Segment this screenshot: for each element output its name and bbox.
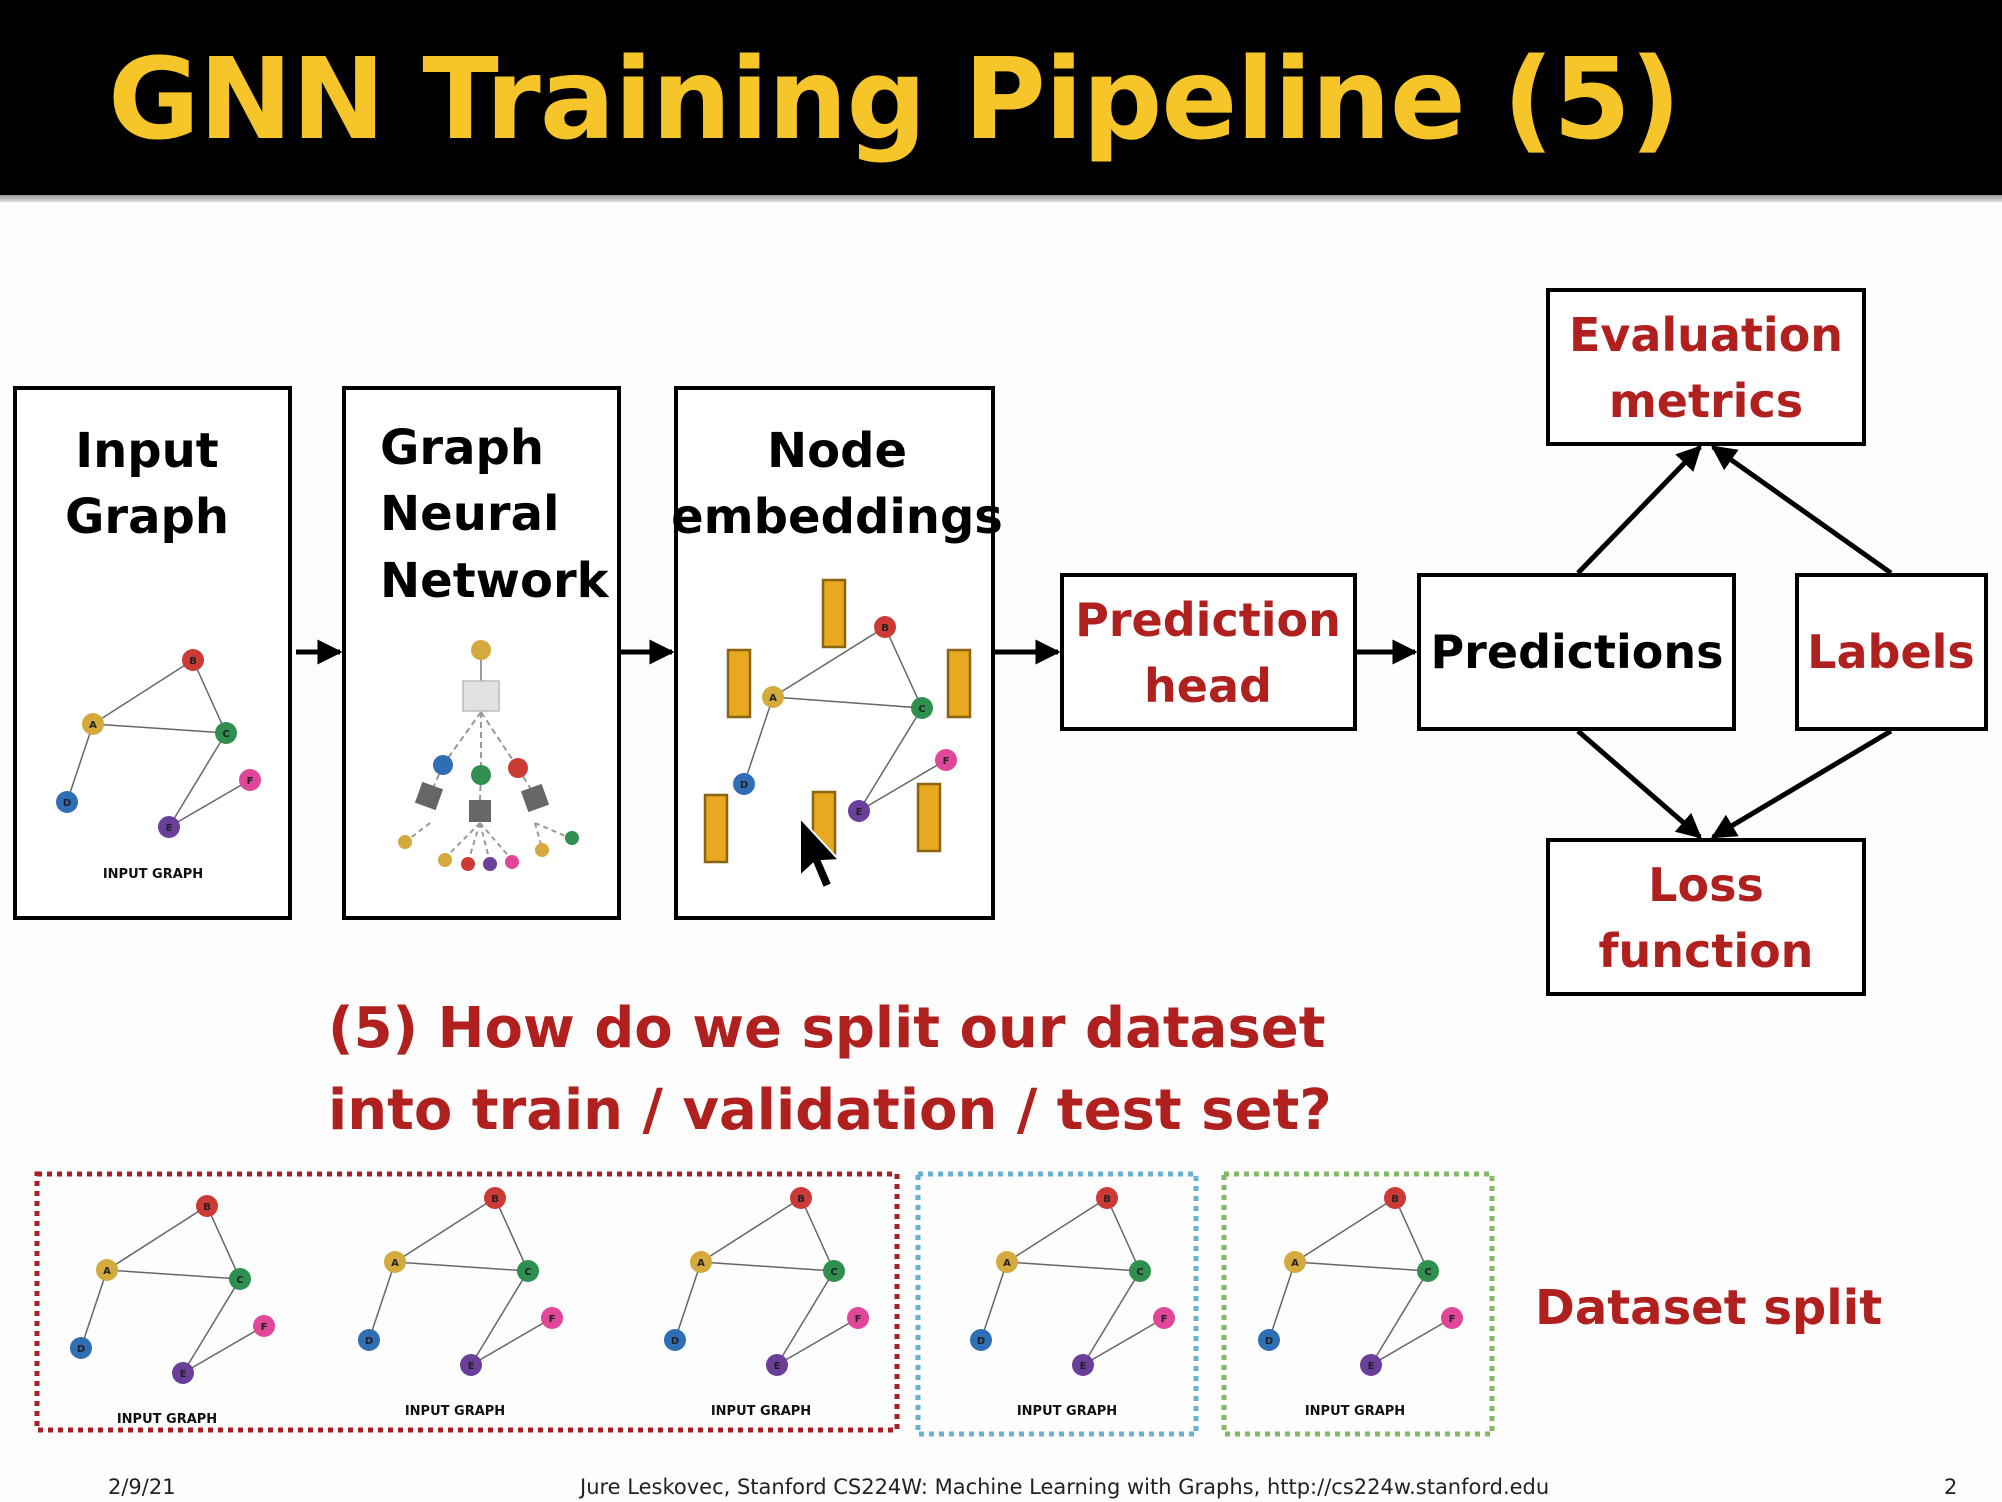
- embedding-bar: [916, 782, 942, 853]
- graph-node-label: D: [977, 1336, 985, 1347]
- embedding-node-label-c: C: [918, 704, 925, 715]
- train-graph-3: A B C D E F INPUT GRAPH: [664, 1187, 869, 1419]
- graph-node-label: A: [1291, 1258, 1299, 1269]
- graph-caption: INPUT GRAPH: [117, 1412, 217, 1427]
- graph-node-label: D: [1265, 1336, 1273, 1347]
- graph-node-label: D: [77, 1344, 85, 1355]
- graph-node-label-d: D: [63, 798, 71, 809]
- graph-node-label: E: [180, 1369, 187, 1380]
- predictions-label: Predictions: [1430, 625, 1723, 679]
- loss-function-label-2: function: [1599, 924, 1814, 978]
- gnn-label-1: Graph: [380, 420, 544, 476]
- graph-node-label: E: [1368, 1361, 1375, 1372]
- graph-caption: INPUT GRAPH: [1017, 1404, 1117, 1419]
- footer-credit: Jure Leskovec, Stanford CS224W: Machine …: [580, 1475, 1550, 1499]
- graph-caption: INPUT GRAPH: [1305, 1404, 1405, 1419]
- labels-label: Labels: [1807, 625, 1975, 679]
- graph-node-label: C: [524, 1267, 531, 1278]
- evaluation-metrics-label-1: Evaluation: [1569, 308, 1843, 362]
- graph-node-label: A: [697, 1258, 705, 1269]
- graph-node-label: F: [549, 1314, 556, 1325]
- test-split-border: [1221, 1171, 1495, 1437]
- graph-node-label-b: B: [189, 656, 197, 667]
- gnn-label-2: Neural: [380, 486, 559, 542]
- graph-node-label: E: [468, 1361, 475, 1372]
- test-graph: A B C D E F INPUT GRAPH: [1258, 1187, 1463, 1419]
- prediction-head-label-1: Prediction: [1075, 593, 1341, 647]
- graph-caption: INPUT GRAPH: [103, 867, 203, 882]
- train-graph-2: A B C D E F INPUT GRAPH: [358, 1187, 563, 1419]
- graph-node-label: A: [1003, 1258, 1011, 1269]
- embedding-node-label-f: F: [943, 756, 950, 767]
- graph-node-label: F: [1449, 1314, 1456, 1325]
- graph-node-label: C: [830, 1267, 837, 1278]
- slide: GNN Training Pipeline (5) Input Graph Gr…: [0, 0, 2002, 1502]
- graph-node-label: C: [236, 1275, 243, 1286]
- graph-node-label-a: A: [89, 720, 97, 731]
- graph-node-label-c: C: [222, 729, 229, 740]
- embedding-node-label-a: A: [769, 693, 777, 704]
- embedding-bar: [703, 793, 729, 864]
- question-line-1: (5) How do we split our dataset: [328, 996, 1326, 1061]
- graph-node-label: F: [855, 1314, 862, 1325]
- graph-node-label: B: [203, 1202, 211, 1213]
- embedding-bar: [726, 648, 752, 719]
- graph-caption: INPUT GRAPH: [405, 1404, 505, 1419]
- graph-node-label: D: [365, 1336, 373, 1347]
- graph-node-label-f: F: [247, 776, 254, 787]
- input-graph-label-1: Input: [75, 423, 219, 479]
- graph-node-label: F: [1161, 1314, 1168, 1325]
- graph-node-label: E: [774, 1361, 781, 1372]
- embedding-bar: [946, 648, 972, 719]
- footer-date: 2/9/21: [108, 1475, 176, 1499]
- train-graph-1: A B C D E F INPUT GRAPH: [70, 1195, 275, 1427]
- graph-node-label: A: [103, 1266, 111, 1277]
- graph-node-label: C: [1424, 1267, 1431, 1278]
- graph-node-label: B: [797, 1194, 805, 1205]
- validation-graph: A B C D E F INPUT GRAPH: [970, 1187, 1175, 1419]
- embedding-node-label-b: B: [881, 623, 889, 634]
- node-embeddings-label-1: Node: [767, 423, 907, 479]
- embedding-node-label-d: D: [740, 780, 748, 791]
- graph-node-label: B: [491, 1194, 499, 1205]
- graph-caption: INPUT GRAPH: [711, 1404, 811, 1419]
- prediction-head-label-2: head: [1144, 659, 1272, 713]
- graph-node-label: C: [1136, 1267, 1143, 1278]
- arrow-labels-to-loss: [1710, 728, 1893, 840]
- question-text: (5) How do we split our dataset into tra…: [328, 988, 1332, 1152]
- validation-split-border: [915, 1171, 1199, 1437]
- evaluation-metrics-label-2: metrics: [1609, 374, 1803, 428]
- pipeline-diagram: Input Graph Graph Neural Network Node em…: [13, 288, 1988, 1437]
- footer-page-number: 2: [1944, 1475, 1958, 1499]
- arrow-predictions-to-metrics: [1576, 445, 1702, 575]
- graph-node-label: F: [261, 1322, 268, 1333]
- node-embeddings-label-2: embeddings: [671, 489, 1003, 545]
- graph-node-label: B: [1391, 1194, 1399, 1205]
- embedding-bar: [821, 578, 847, 649]
- embedding-node-label-e: E: [856, 807, 863, 818]
- graph-node-label: E: [1080, 1361, 1087, 1372]
- arrow-predictions-to-loss: [1576, 729, 1702, 839]
- train-split-border: [34, 1171, 900, 1433]
- input-graph-label-2: Graph: [65, 489, 229, 545]
- graph-node-label: B: [1103, 1194, 1111, 1205]
- gnn-label-3: Network: [380, 553, 610, 609]
- dataset-split-label: Dataset split: [1535, 1280, 1883, 1336]
- graph-node-label-e: E: [166, 823, 173, 834]
- graph-node-label: A: [391, 1258, 399, 1269]
- arrow-labels-to-metrics: [1710, 444, 1893, 576]
- graph-node-label: D: [671, 1336, 679, 1347]
- dataset-split-graphs: A B C D E F INPUT GRAPH A B C D E F INPUT GRAPH A B C D E F…: [70, 1187, 1463, 1427]
- question-line-2: into train / validation / test set?: [328, 1078, 1332, 1143]
- loss-function-label-1: Loss: [1648, 858, 1764, 912]
